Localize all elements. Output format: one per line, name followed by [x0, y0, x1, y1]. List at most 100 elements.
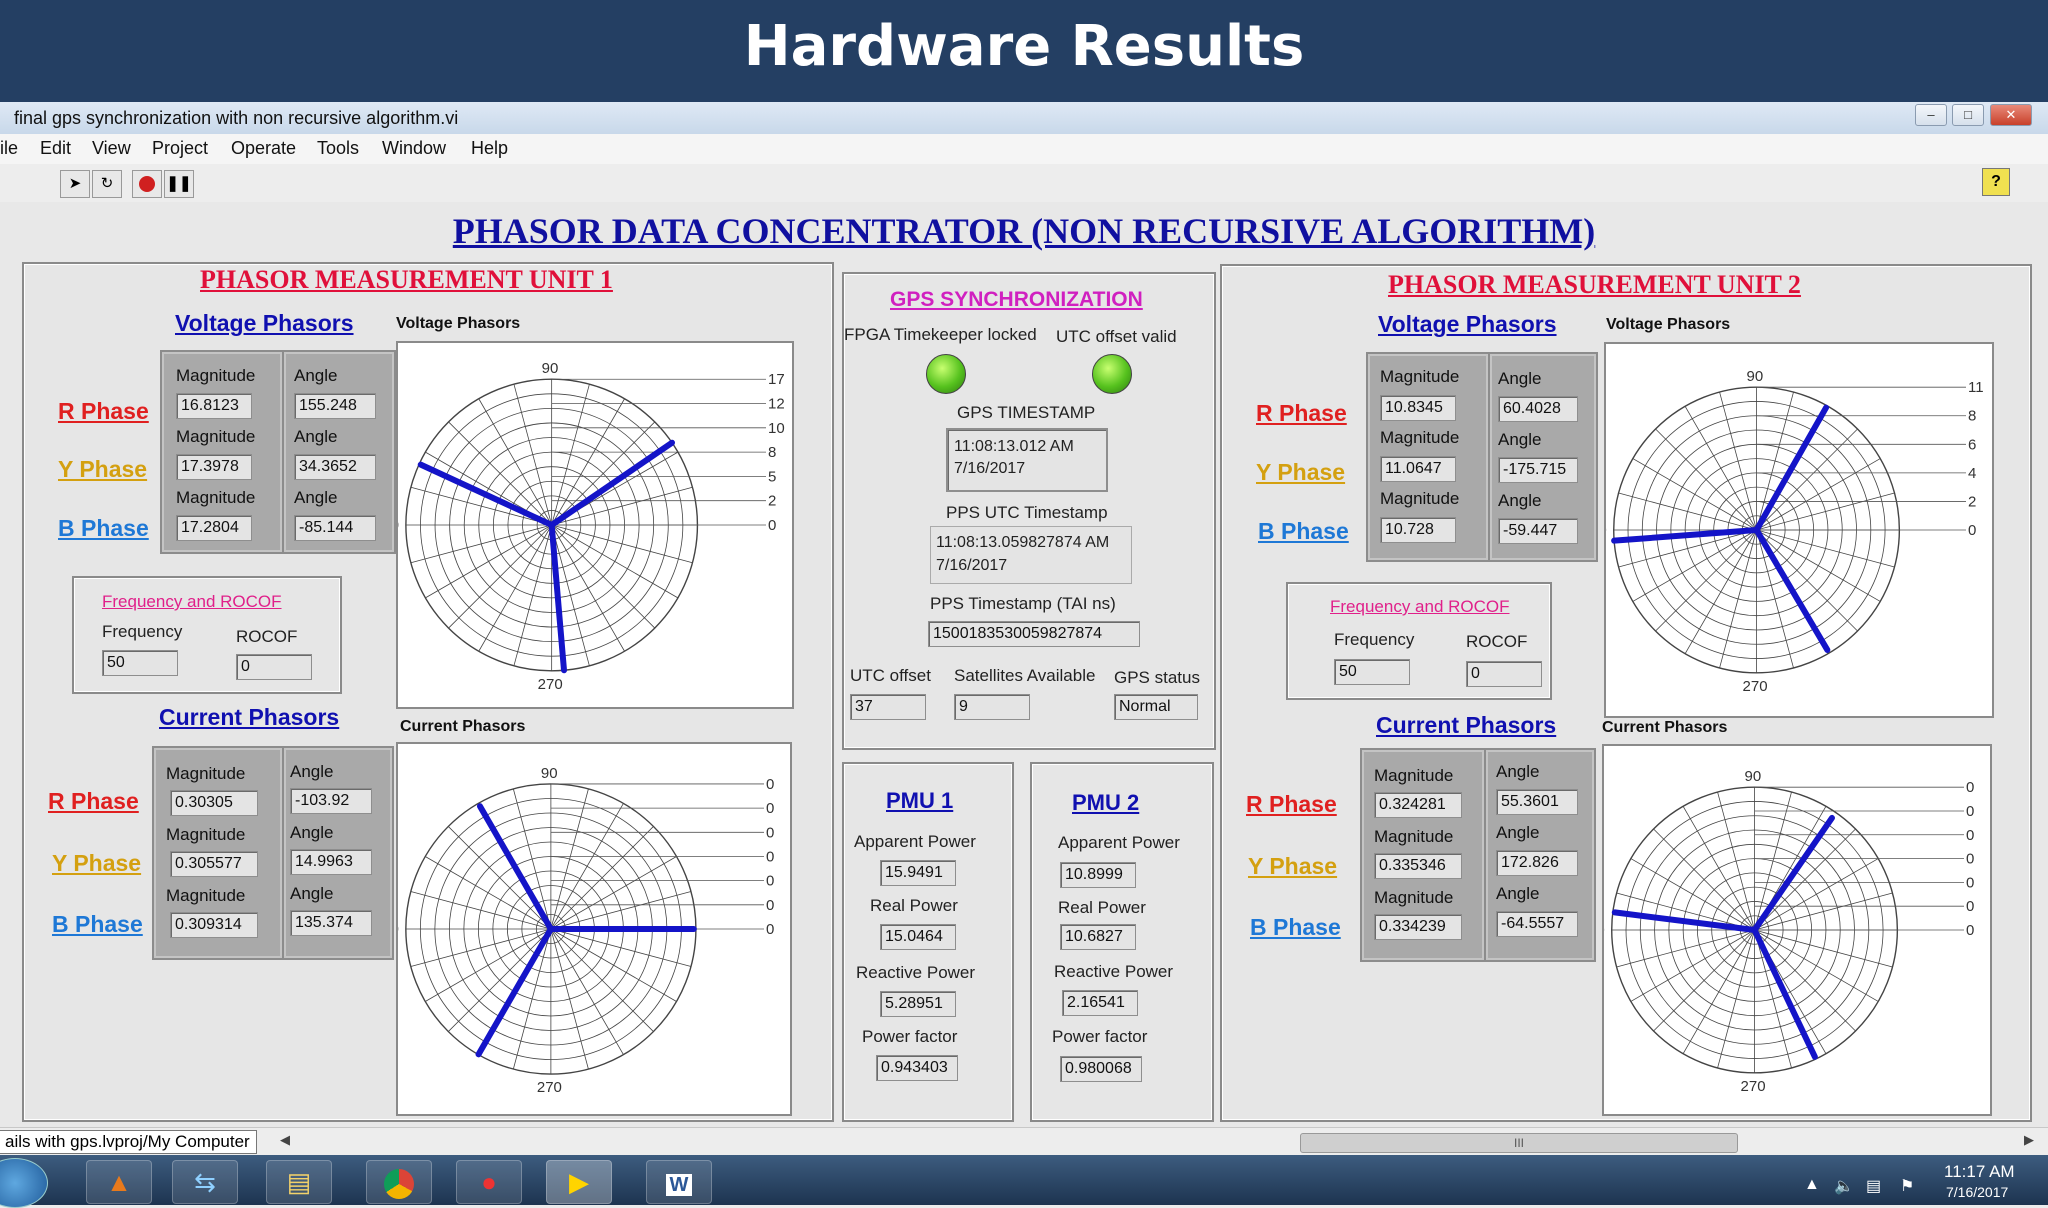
gps-timestamp-line1: 11:08:13.012 AM: [954, 438, 1074, 455]
pmu1-current-r-magnitude: 0.30305: [170, 790, 258, 816]
slide-title: Hardware Results: [743, 14, 1305, 79]
radial-tick-label: 17: [768, 371, 785, 388]
pmu2-frequency-value: 50: [1334, 659, 1410, 685]
pmu2-rocof-value: 0: [1466, 661, 1542, 687]
file-explorer-icon[interactable]: ▤: [266, 1160, 332, 1204]
pmu1-current-graph-label: Current Phasors: [400, 718, 526, 735]
pmu1-voltage-b-magnitude: 17.2804: [176, 515, 252, 541]
chrome-icon[interactable]: [366, 1160, 432, 1204]
polar-grid-spoke: [1684, 406, 1757, 531]
network-icon[interactable]: ▤: [1866, 1176, 1881, 1196]
polar-grid-spoke: [550, 856, 677, 930]
camera-app-icon[interactable]: ●: [456, 1160, 522, 1204]
statusbar: [0, 1127, 2048, 1156]
menu-help[interactable]: Help: [471, 138, 508, 159]
real-power-label: Real Power: [1058, 898, 1146, 917]
apparent-power-label: Apparent Power: [1058, 833, 1180, 852]
pmu2-voltage-r-phase-label: R Phase: [1256, 400, 1347, 426]
close-icon[interactable]: ✕: [1990, 104, 2032, 126]
pause-icon[interactable]: ❚❚: [164, 170, 194, 198]
pmu1-voltage-y-angle: 34.3652: [294, 454, 376, 480]
matlab-icon[interactable]: ▲: [86, 1160, 152, 1204]
help-icon[interactable]: ?: [1982, 168, 2010, 196]
menu-window[interactable]: Window: [382, 138, 446, 159]
radial-tick-label: 0: [766, 921, 774, 938]
volume-icon[interactable]: 🔈: [1834, 1176, 1854, 1196]
word-icon[interactable]: W: [646, 1160, 712, 1204]
action-center-flag-icon[interactable]: ⚑: [1900, 1176, 1914, 1196]
gps-status-value: Normal: [1114, 694, 1198, 720]
minimize-icon[interactable]: –: [1915, 104, 1947, 126]
abort-stop-icon[interactable]: [132, 170, 162, 198]
pmu1-current-b-angle: 135.374: [290, 910, 372, 936]
utc-valid-led: [1092, 354, 1132, 394]
pmu1-frequency-value: 50: [102, 650, 178, 676]
pmu1-voltage-y-magnitude: 17.3978: [176, 454, 252, 480]
phasor-line-y: [548, 439, 675, 528]
angle-label: Angle: [290, 762, 334, 781]
pmu2-real-power: 10.6827: [1060, 924, 1136, 950]
pps-utc-line2: 7/16/2017: [936, 557, 1008, 574]
radial-tick-label: 5: [768, 468, 776, 485]
apparent-power-label: Apparent Power: [854, 832, 976, 851]
pmu2-apparent-power: 10.8999: [1060, 862, 1136, 888]
menu-view[interactable]: View: [92, 138, 131, 159]
angle-label: Angle: [294, 488, 338, 507]
clock-date[interactable]: 7/16/2017: [1946, 1184, 2008, 1200]
menu-file[interactable]: ile: [0, 138, 18, 159]
polar-grid-spoke: [1754, 858, 1879, 931]
teamviewer-icon[interactable]: ⇆: [172, 1160, 238, 1204]
angle-label-270: 270: [538, 676, 563, 693]
magnitude-label: Magnitude: [166, 764, 246, 783]
pmu1-voltage-r-magnitude: 16.8123: [176, 393, 252, 419]
pmu1-current-y-angle: 14.9963: [290, 849, 372, 875]
polar-grid-spoke: [478, 524, 553, 652]
gps-timestamp-label: GPS TIMESTAMP: [957, 403, 1096, 422]
maximize-icon[interactable]: □: [1952, 104, 1984, 126]
pmu2-voltage-polar-chart: 11 8 6 4 2 0 90 180 270: [1582, 342, 1994, 718]
phasor-line-b: [1751, 927, 1818, 1060]
scroll-right-icon[interactable]: ▶: [2024, 1132, 2034, 1148]
labview-icon[interactable]: ▶: [546, 1160, 612, 1204]
magnitude-label: Magnitude: [166, 886, 246, 905]
clock-time[interactable]: 11:17 AM: [1944, 1162, 2015, 1182]
radial-tick-label: 0: [766, 873, 774, 890]
phasor-line-r: [1753, 404, 1830, 533]
pps-utc-line1: 11:08:13.059827874 AM: [936, 534, 1110, 551]
polar-grid-spoke: [550, 788, 589, 930]
pmu1-voltage-title: Voltage Phasors: [175, 310, 354, 336]
magnitude-label: Magnitude: [176, 366, 256, 385]
phasor-line-b: [475, 926, 554, 1058]
menu-operate[interactable]: Operate: [231, 138, 296, 159]
polar-grid-spoke: [551, 524, 693, 564]
run-continuously-icon[interactable]: ↻: [92, 170, 122, 198]
pmu2-voltage-title: Voltage Phasors: [1378, 311, 1557, 337]
magnitude-label: Magnitude: [1374, 827, 1454, 846]
pmu1-voltage-polar-chart: 17 12 10 8 5 2 0 90 180 270: [374, 341, 794, 709]
magnitude-label: Magnitude: [1380, 367, 1460, 386]
radial-tick-label: 2: [1968, 493, 1976, 510]
radial-tick-label: 0: [1968, 522, 1976, 539]
tray-expand-icon[interactable]: ▲: [1804, 1176, 1820, 1194]
magnitude-label: Magnitude: [1380, 428, 1460, 447]
angle-label-90: 90: [542, 360, 559, 377]
polar-grid-spoke: [410, 524, 552, 564]
horizontal-scrollbar-thumb[interactable]: III: [1300, 1133, 1738, 1153]
menu-edit[interactable]: Edit: [40, 138, 71, 159]
pmu2-freq-title: Frequency and ROCOF: [1330, 597, 1510, 616]
menubar: [0, 134, 2048, 164]
polar-grid-spoke: [1717, 791, 1755, 931]
radial-tick-label: 0: [766, 848, 774, 865]
utc-offset-label: UTC offset: [850, 666, 931, 685]
menu-project[interactable]: Project: [152, 138, 208, 159]
pmu2-power-factor: 0.980068: [1060, 1056, 1142, 1082]
scroll-left-icon[interactable]: ◀: [280, 1132, 290, 1148]
polar-grid-spoke: [550, 928, 589, 1070]
pmu1-current-b-magnitude: 0.309314: [170, 912, 258, 938]
pmu2-current-r-magnitude: 0.324281: [1374, 792, 1462, 818]
angle-label: Angle: [1498, 369, 1542, 388]
pmu2-current-polar-chart: 0 0 0 0 0 0 0 90 180 270: [1580, 744, 1992, 1116]
run-arrow-icon[interactable]: ➤: [60, 170, 90, 198]
pmu2-current-b-magnitude: 0.334239: [1374, 914, 1462, 940]
menu-tools[interactable]: Tools: [317, 138, 359, 159]
